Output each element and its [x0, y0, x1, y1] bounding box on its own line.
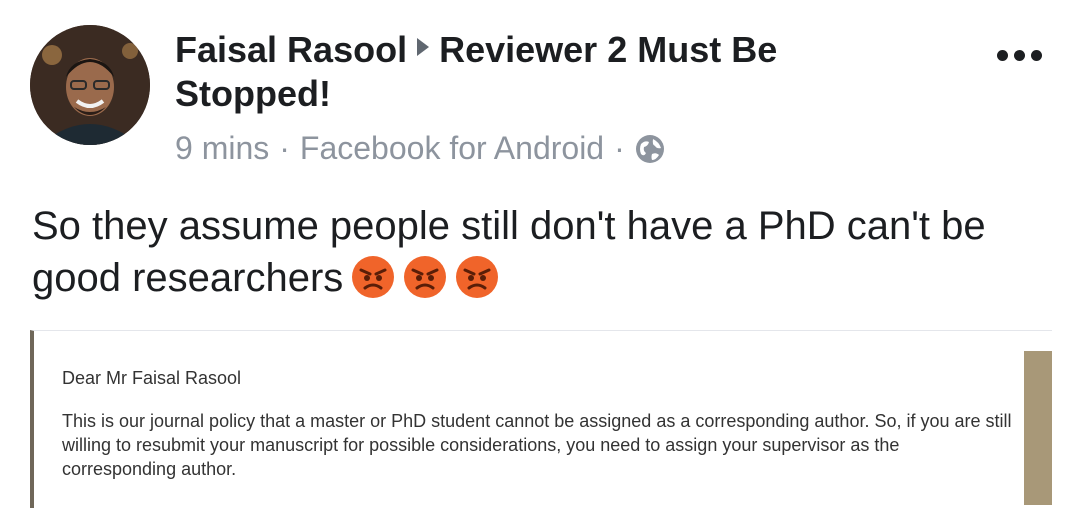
- angry-face-icon: [351, 255, 395, 299]
- more-dot: [1014, 50, 1025, 61]
- more-options-button[interactable]: [997, 50, 1042, 61]
- more-dot: [1031, 50, 1042, 61]
- post-meta: 9 mins · Facebook for Android ·: [175, 128, 935, 168]
- post-title: Faisal Rasool Reviewer 2 Must Be Stopped!: [175, 28, 935, 116]
- meta-separator: ·: [279, 130, 290, 166]
- angry-face-icon: [403, 255, 447, 299]
- post-text-block: So they assume people still don't have a…: [32, 200, 1042, 304]
- post-header: Faisal Rasool Reviewer 2 Must Be Stopped!…: [175, 28, 935, 168]
- avatar[interactable]: [30, 25, 150, 145]
- facebook-post: Faisal Rasool Reviewer 2 Must Be Stopped!…: [0, 0, 1080, 517]
- letter-margin: [1024, 351, 1052, 505]
- author-name-link[interactable]: Faisal Rasool: [175, 29, 407, 70]
- attached-image[interactable]: Dear Mr Faisal Rasool This is our journa…: [30, 330, 1052, 508]
- globe-icon: [635, 133, 665, 163]
- letter-greeting: Dear Mr Faisal Rasool: [62, 368, 242, 388]
- meta-separator: ·: [614, 130, 625, 166]
- profile-photo: [30, 25, 150, 145]
- angry-face-icon: [455, 255, 499, 299]
- letter-body: This is our journal policy that a master…: [62, 411, 1012, 479]
- triangle-right-icon: [417, 38, 430, 56]
- post-text: So they assume people still don't have a…: [32, 204, 986, 300]
- post-source: Facebook for Android: [299, 130, 605, 166]
- timestamp[interactable]: 9 mins: [175, 128, 269, 168]
- letter-screenshot: Dear Mr Faisal Rasool This is our journa…: [34, 351, 1024, 505]
- more-dot: [997, 50, 1008, 61]
